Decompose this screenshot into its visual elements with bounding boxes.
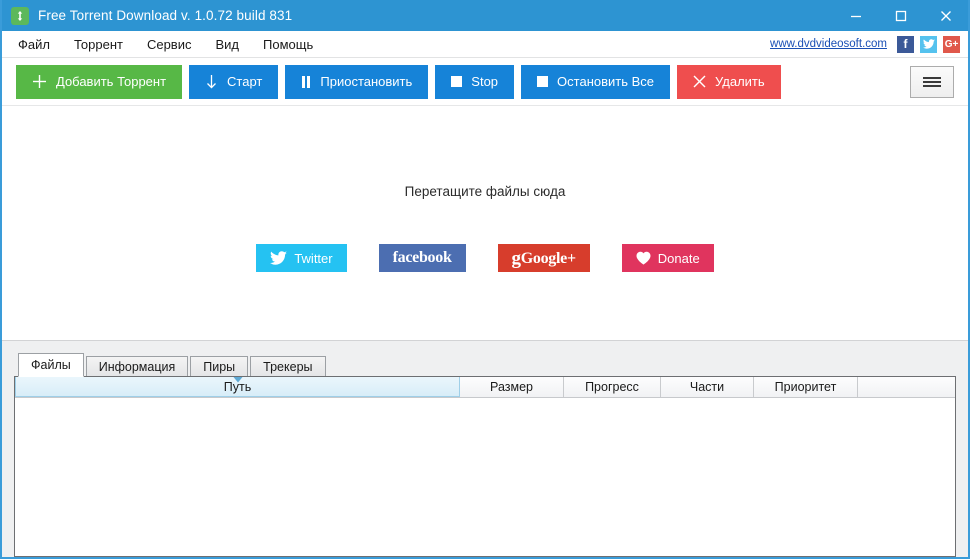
facebook-button[interactable]: facebook: [378, 244, 466, 272]
googleplus-button-label: Google+: [520, 250, 576, 267]
heart-icon: [636, 251, 651, 265]
stop-label: Stop: [471, 74, 499, 89]
menu-item-help[interactable]: Помощь: [251, 37, 325, 52]
pause-button[interactable]: Приостановить: [285, 64, 429, 99]
tab-trackers-label: Трекеры: [263, 360, 313, 374]
start-label: Старт: [227, 74, 263, 89]
twitter-icon[interactable]: [920, 35, 937, 53]
twitter-bird-icon: [270, 251, 288, 265]
menu-item-service[interactable]: Сервис: [135, 37, 204, 52]
menu-bar: Файл Торрент Сервис Вид Помощь www.dvdvi…: [2, 31, 968, 58]
facebook-icon[interactable]: f: [897, 35, 914, 53]
menu-item-view[interactable]: Вид: [203, 37, 251, 52]
column-header-progress-label: Прогресс: [585, 380, 639, 394]
stop-button[interactable]: Stop: [435, 64, 515, 99]
column-header-parts-label: Части: [689, 380, 725, 394]
title-bar: Free Torrent Download v. 1.0.72 build 83…: [2, 0, 968, 31]
column-header-priority[interactable]: Приоритет: [754, 377, 858, 397]
files-tab-content: Путь Размер Прогресс Части Приоритет: [14, 376, 956, 557]
sort-ascending-icon: [233, 377, 242, 383]
column-header-path[interactable]: Путь: [15, 377, 460, 397]
googleplus-button[interactable]: gGoogle+: [497, 244, 590, 272]
toolbar: Добавить Торрент Старт Приостановить Sto…: [2, 58, 968, 106]
bottom-panel: Файлы Информация Пиры Трекеры Путь Разме…: [2, 353, 968, 557]
pause-icon: [301, 75, 311, 88]
social-button-row: Twitter facebook gGoogle+ Donate: [256, 244, 714, 272]
tab-trackers[interactable]: Трекеры: [250, 356, 326, 377]
add-torrent-label: Добавить Торрент: [56, 74, 167, 89]
stop-square-icon: [451, 76, 463, 87]
facebook-wordmark-icon: facebook: [392, 249, 452, 266]
tab-information-label: Информация: [98, 360, 176, 374]
column-header-priority-label: Приоритет: [774, 380, 837, 394]
close-button[interactable]: [923, 0, 968, 31]
menu-bar-right: www.dvdvideosoft.com f G+: [770, 31, 960, 57]
plus-icon: [32, 74, 47, 89]
website-link[interactable]: www.dvdvideosoft.com: [770, 38, 887, 50]
app-icon: [11, 6, 29, 25]
panel-splitter[interactable]: [2, 340, 968, 354]
hamburger-lines: [923, 75, 941, 89]
menu-item-torrent[interactable]: Торрент: [62, 37, 135, 52]
stop-square-icon: [537, 76, 549, 87]
pause-label: Приостановить: [320, 74, 413, 89]
maximize-button[interactable]: [878, 0, 923, 31]
tab-files[interactable]: Файлы: [18, 353, 84, 377]
stop-all-button[interactable]: Остановить Все: [521, 64, 671, 99]
donate-button-label: Donate: [657, 250, 700, 266]
window-controls: [833, 0, 968, 31]
column-header-size-label: Размер: [490, 380, 533, 394]
close-x-icon: [693, 75, 706, 88]
column-header-progress[interactable]: Прогресс: [564, 377, 661, 397]
twitter-button-label: Twitter: [294, 250, 333, 266]
twitter-button[interactable]: Twitter: [256, 244, 347, 272]
delete-button[interactable]: Удалить: [677, 64, 781, 99]
column-header-parts[interactable]: Части: [661, 377, 754, 397]
column-header-empty[interactable]: [858, 377, 955, 397]
column-header-size[interactable]: Размер: [460, 377, 564, 397]
start-button[interactable]: Старт: [189, 64, 279, 99]
window-title: Free Torrent Download v. 1.0.72 build 83…: [38, 8, 293, 23]
tab-information[interactable]: Информация: [85, 356, 189, 377]
googleplus-icon[interactable]: G+: [943, 35, 960, 53]
menu-item-file[interactable]: Файл: [6, 37, 62, 52]
minimize-button[interactable]: [833, 0, 878, 31]
tab-peers-label: Пиры: [203, 360, 236, 374]
tab-strip: Файлы Информация Пиры Трекеры: [14, 353, 956, 377]
tab-peers[interactable]: Пиры: [190, 356, 249, 377]
arrow-down-icon: [205, 74, 218, 89]
stop-all-label: Остановить Все: [557, 74, 655, 89]
hamburger-menu-icon[interactable]: [910, 65, 954, 98]
googleplus-wordmark-icon: gGoogle+: [511, 248, 577, 269]
delete-label: Удалить: [715, 74, 765, 89]
files-table-header: Путь Размер Прогресс Части Приоритет: [15, 377, 955, 398]
tab-files-label: Файлы: [31, 358, 71, 372]
drop-hint-label: Перетащите файлы сюда: [404, 184, 566, 199]
app-window: Free Torrent Download v. 1.0.72 build 83…: [0, 0, 970, 559]
donate-button[interactable]: Donate: [621, 244, 714, 272]
drop-area[interactable]: Перетащите файлы сюда Twitter facebook g…: [2, 106, 968, 340]
add-torrent-button[interactable]: Добавить Торрент: [16, 64, 183, 99]
